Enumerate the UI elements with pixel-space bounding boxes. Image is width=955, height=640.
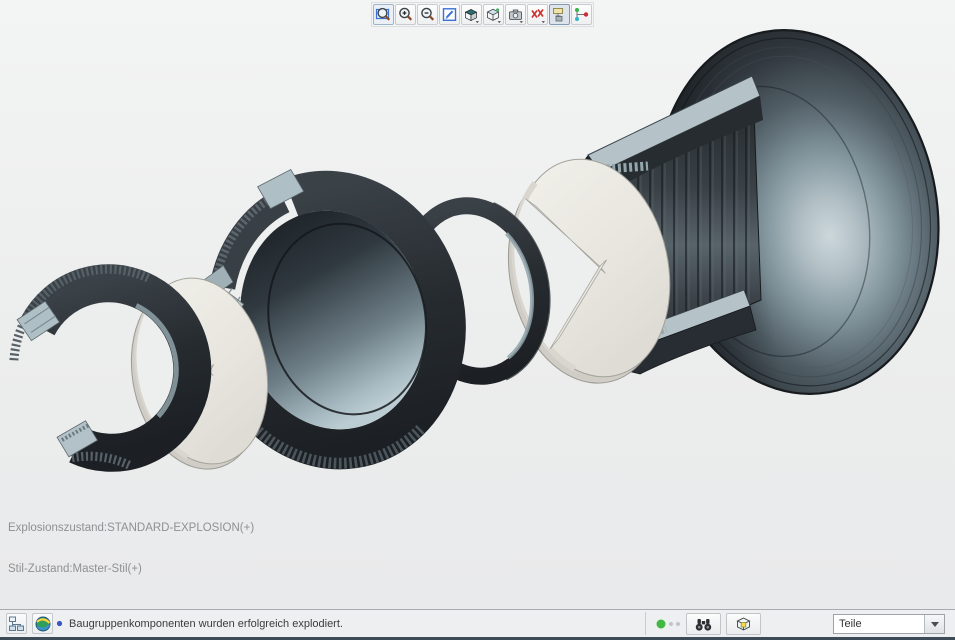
display-style-button[interactable] [483, 4, 504, 25]
zoom-in-button[interactable] [395, 4, 416, 25]
view-manager-button[interactable] [505, 4, 526, 25]
cad-window: Explosionszustand:STANDARD-EXPLOSION(+) … [0, 0, 955, 640]
zoom-in-icon [397, 6, 414, 23]
camera-icon [507, 6, 524, 23]
message-bullet-icon [56, 620, 63, 627]
status-light-gray-icon [669, 622, 673, 626]
status-bar: Baugruppenkomponenten wurden erfolgreich… [0, 609, 955, 640]
graphics-toolbar [371, 2, 594, 27]
status-light-gray-icon [676, 622, 680, 626]
saved-views-button[interactable] [461, 4, 482, 25]
browser-globe-icon [34, 615, 52, 633]
browser-toggle-button[interactable] [32, 613, 53, 634]
state-annotation: Explosionszustand:STANDARD-EXPLOSION(+) … [8, 495, 254, 603]
repaint-icon [441, 6, 458, 23]
model-tree-toggle-button[interactable] [6, 613, 27, 634]
selection-filter-button[interactable] [726, 613, 761, 635]
zoom-region-button[interactable] [373, 4, 394, 25]
binoculars-icon [694, 616, 713, 633]
find-button[interactable] [686, 613, 721, 635]
statusbar-message-text: Baugruppenkomponenten wurden erfolgreich… [69, 618, 343, 630]
zoom-out-icon [419, 6, 436, 23]
3d-viewport[interactable]: Explosionszustand:STANDARD-EXPLOSION(+) … [0, 0, 955, 609]
filter-value: Teile [834, 615, 924, 633]
style-state-label: Stil-Zustand:Master-Stil(+) [8, 563, 254, 577]
datum-display-icon [529, 6, 546, 23]
statusbar-message: Baugruppenkomponenten wurden erfolgreich… [56, 610, 343, 637]
display-style-icon [485, 6, 502, 23]
zoom-region-icon [375, 6, 392, 23]
explode-view-button[interactable] [549, 4, 570, 25]
saved-views-icon [463, 6, 480, 23]
statusbar-left-icons [6, 613, 53, 634]
explode-lines-icon [573, 6, 590, 23]
status-lights [656, 610, 680, 637]
explode-view-icon [551, 6, 568, 23]
selection-filter-cube-icon [734, 615, 753, 633]
explode-state-label: Explosionszustand:STANDARD-EXPLOSION(+) [8, 522, 254, 536]
chevron-down-icon [931, 622, 939, 627]
filter-dropdown-button[interactable] [924, 615, 944, 633]
statusbar-separator [645, 612, 646, 635]
repaint-button[interactable] [439, 4, 460, 25]
status-light-green-icon [656, 619, 666, 629]
model-tree-icon [8, 615, 25, 632]
zoom-out-button[interactable] [417, 4, 438, 25]
datum-display-button[interactable] [527, 4, 548, 25]
explode-lines-button[interactable] [571, 4, 592, 25]
selection-filter-combobox[interactable]: Teile [833, 614, 945, 634]
